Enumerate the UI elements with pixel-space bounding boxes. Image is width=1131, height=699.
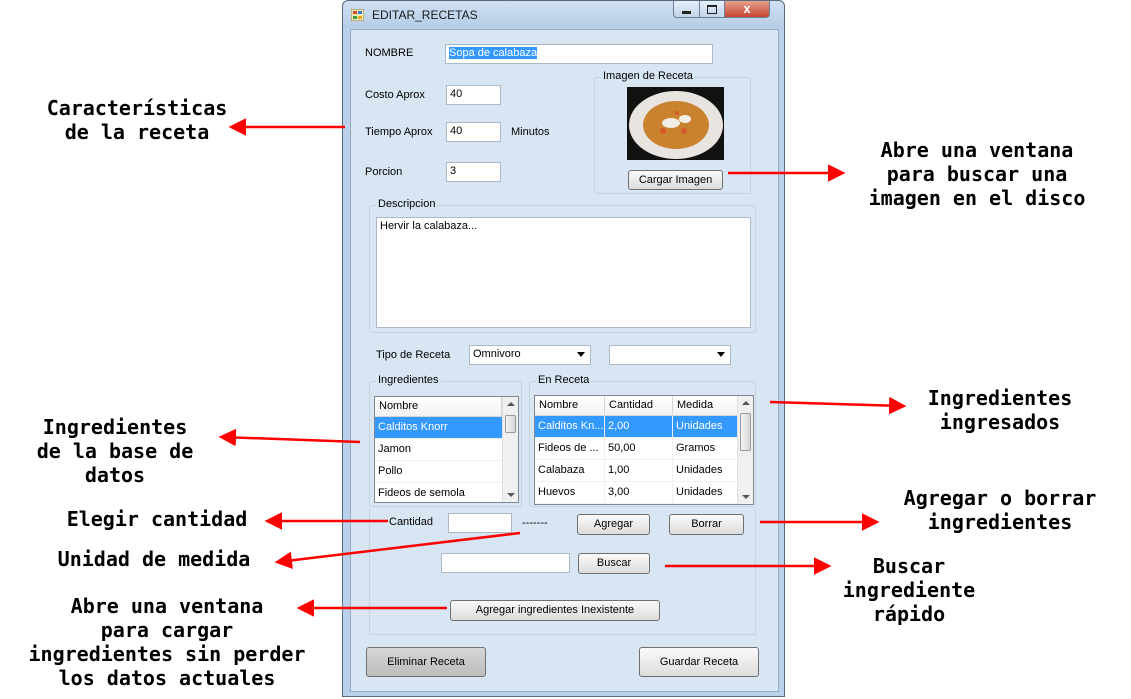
table-row[interactable]: Fideos de ... 50,00 Gramos	[535, 438, 739, 460]
tiempo-label: Tiempo Aprox	[365, 126, 433, 138]
list-item[interactable]: Jamon	[375, 439, 504, 461]
close-button[interactable]: x	[724, 1, 770, 18]
window-title: EDITAR_RECETAS	[372, 8, 478, 22]
descripcion-textarea[interactable]: Hervir la calabaza...	[376, 217, 751, 328]
chevron-down-icon	[717, 352, 725, 357]
annotation-buscar-rapido: Buscar ingrediente rápido	[842, 554, 976, 626]
annotation-elegir-cantidad: Elegir cantidad	[66, 507, 248, 531]
row-medida: Unidades	[673, 416, 739, 437]
ingredientes-list[interactable]: Nombre Calditos Knorr Jamon Pollo Fideos…	[374, 396, 519, 503]
editar-recetas-window: EDITAR_RECETAS x NOMBRE Sopa de calabaza…	[342, 0, 785, 697]
imagen-receta-title: Imagen de Receta	[601, 70, 695, 82]
annotation-abre-cargar: Abre una ventana para cargar ingrediente…	[28, 594, 306, 690]
maximize-icon	[707, 5, 717, 14]
row-medida: Unidades	[673, 482, 739, 503]
scroll-down-icon	[742, 495, 750, 499]
imagen-receta-group: Imagen de Receta Cargar Imagen	[594, 70, 751, 194]
title-bar[interactable]: EDITAR_RECETAS x	[343, 1, 784, 28]
chevron-down-icon	[577, 352, 585, 357]
ingredient-name: Fideos de semola	[375, 483, 504, 502]
nombre-value: Sopa de calabaza	[449, 47, 538, 59]
annotation-unidad-medida: Unidad de medida	[57, 547, 251, 571]
scroll-up-icon	[507, 402, 515, 406]
form-client-area: NOMBRE Sopa de calabaza Costo Aprox 40 T…	[350, 29, 779, 692]
nombre-input[interactable]: Sopa de calabaza	[445, 44, 713, 64]
cargar-imagen-button[interactable]: Cargar Imagen	[628, 170, 723, 190]
ingredientes-title: Ingredientes	[376, 374, 441, 386]
table-row[interactable]: Calabaza 1,00 Unidades	[535, 460, 739, 482]
en-receta-scrollbar[interactable]	[737, 396, 753, 504]
list-item[interactable]: Pollo	[375, 461, 504, 483]
row-cantidad: 3,00	[605, 482, 673, 503]
annotation-abre-imagen: Abre una ventana para buscar una imagen …	[868, 138, 1086, 210]
en-receta-header-nombre[interactable]: Nombre	[535, 396, 605, 415]
en-receta-header-cantidad[interactable]: Cantidad	[605, 396, 673, 415]
tiempo-unit-label: Minutos	[511, 126, 550, 138]
ingredientes-header-nombre[interactable]: Nombre	[375, 397, 502, 416]
ingredient-name: Calditos Knorr	[375, 417, 504, 438]
table-row[interactable]: Huevos 3,00 Unidades	[535, 482, 739, 504]
row-cantidad: 2,00	[605, 416, 673, 437]
annotation-caracteristicas: Características de la receta	[46, 96, 228, 144]
arrow-ingredientes-base	[218, 428, 361, 447]
en-receta-group: En Receta Nombre Cantidad Medida Caldito…	[529, 374, 756, 507]
en-receta-title: En Receta	[536, 374, 592, 386]
descripcion-group: Descripcion Hervir la calabaza...	[369, 198, 756, 333]
row-cantidad: 1,00	[605, 460, 673, 481]
row-nombre: Huevos	[535, 482, 605, 503]
scroll-down-icon	[507, 493, 515, 497]
row-nombre: Fideos de ...	[535, 438, 605, 459]
app-icon	[351, 9, 364, 21]
en-receta-list[interactable]: Nombre Cantidad Medida Calditos Kn... 2,…	[534, 395, 754, 505]
costo-label: Costo Aprox	[365, 89, 425, 101]
annotation-agregar-borrar: Agregar o borrar ingredientes	[903, 486, 1097, 534]
row-medida: Gramos	[673, 438, 739, 459]
minimize-button[interactable]	[673, 1, 700, 18]
recipe-image	[627, 87, 724, 160]
list-item[interactable]: Fideos de semola	[375, 483, 504, 502]
tipo-receta-select[interactable]: Omnivoro	[469, 345, 591, 365]
tipo-receta-secondary-select[interactable]	[609, 345, 731, 365]
tiempo-input[interactable]: 40	[446, 122, 501, 142]
porcion-input[interactable]: 3	[446, 162, 501, 182]
tipo-receta-label: Tipo de Receta	[376, 349, 451, 361]
maximize-button[interactable]	[699, 1, 725, 18]
row-nombre: Calabaza	[535, 460, 605, 481]
arrow-ingredientes-ingresados	[769, 396, 907, 415]
ingredient-name: Jamon	[375, 439, 504, 460]
scroll-thumb[interactable]	[740, 413, 751, 451]
eliminar-receta-button[interactable]: Eliminar Receta	[366, 647, 486, 677]
minimize-icon	[682, 11, 691, 14]
scroll-thumb[interactable]	[505, 415, 516, 433]
row-medida: Unidades	[673, 460, 739, 481]
annotation-ingredientes-base: Ingredientes de la base de datos	[36, 415, 194, 487]
en-receta-header-medida[interactable]: Medida	[673, 396, 739, 415]
porcion-label: Porcion	[365, 166, 403, 178]
row-nombre: Calditos Kn...	[535, 416, 605, 437]
ingredientes-scrollbar[interactable]	[502, 397, 518, 502]
annotation-ingredientes-ingresados: Ingredientes ingresados	[927, 386, 1073, 434]
ingredient-actions-group	[369, 508, 756, 635]
ingredientes-group: Ingredientes Nombre Calditos Knorr Jamon…	[369, 374, 522, 507]
scroll-up-icon	[742, 401, 750, 405]
guardar-receta-button[interactable]: Guardar Receta	[639, 647, 759, 677]
descripcion-title: Descripcion	[376, 198, 438, 210]
list-item[interactable]: Calditos Knorr	[375, 417, 504, 439]
table-row[interactable]: Calditos Kn... 2,00 Unidades	[535, 416, 739, 438]
row-cantidad: 50,00	[605, 438, 673, 459]
ingredient-name: Pollo	[375, 461, 504, 482]
tipo-receta-value: Omnivoro	[473, 348, 521, 360]
costo-input[interactable]: 40	[446, 85, 501, 105]
nombre-label: NOMBRE	[365, 47, 414, 59]
close-icon: x	[743, 1, 751, 16]
